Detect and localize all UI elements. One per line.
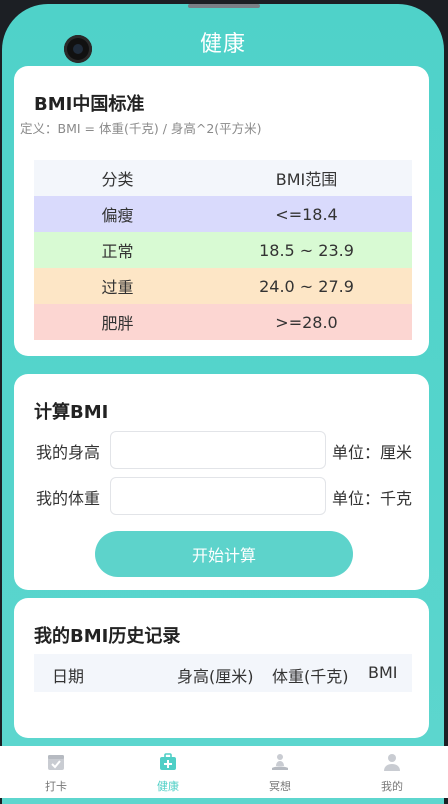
category-cell: 偏瘦	[101, 206, 134, 225]
medical-kit-icon	[160, 753, 176, 770]
meditation-icon	[272, 754, 288, 770]
weight-unit: 单位：千克	[332, 489, 413, 508]
bmi-definition: 定义：BMI = 体重(千克) / 身高^2(平方米)	[20, 121, 262, 136]
table-row-overweight: 过重 24.0 ~ 27.9	[34, 268, 412, 304]
tab-meditation[interactable]: 冥想	[224, 746, 336, 798]
table-row-underweight: 偏瘦 <=18.4	[34, 196, 412, 232]
table-header-row: 分类 BMI范围	[34, 160, 412, 196]
range-cell: 18.5 ~ 23.9	[259, 240, 354, 260]
weight-label: 我的体重	[36, 489, 101, 508]
bmi-standard-table: 分类 BMI范围 偏瘦 <=18.4 正常 18.5 ~ 23.9 过重 24.…	[34, 160, 412, 340]
weight-input[interactable]	[110, 477, 326, 515]
height-unit: 单位：厘米	[332, 443, 413, 462]
column-header-height: 身高(厘米)	[177, 667, 254, 686]
tab-label: 冥想	[269, 780, 291, 793]
range-cell: 24.0 ~ 27.9	[259, 276, 354, 296]
column-header-date: 日期	[52, 667, 85, 686]
height-input[interactable]	[110, 431, 326, 469]
tab-label: 打卡	[45, 780, 67, 793]
history-title: 我的BMI历史记录	[34, 626, 181, 647]
page-title: 健康	[199, 32, 246, 57]
calculator-title: 计算BMI	[34, 402, 109, 423]
category-cell: 正常	[101, 242, 134, 261]
range-cell: >=28.0	[275, 312, 338, 332]
category-cell: 过重	[101, 278, 134, 297]
bmi-standard-title: BMI中国标准	[34, 94, 145, 115]
user-icon	[384, 754, 400, 771]
earpiece-speaker	[188, 4, 260, 8]
column-header-bmi: BMI	[368, 663, 398, 682]
calendar-icon	[48, 755, 64, 770]
category-cell: 肥胖	[101, 314, 134, 333]
tab-profile[interactable]: 我的	[336, 746, 448, 798]
tab-label: 健康	[157, 780, 179, 793]
column-header-category: 分类	[101, 170, 134, 189]
tab-checkin[interactable]: 打卡	[0, 746, 112, 798]
column-header-range: BMI范围	[275, 170, 338, 189]
tab-label: 我的	[381, 780, 403, 793]
tab-health[interactable]: 健康	[112, 746, 224, 798]
column-header-weight: 体重(千克)	[272, 667, 349, 686]
range-cell: <=18.4	[275, 204, 338, 224]
table-row-normal: 正常 18.5 ~ 23.9	[34, 232, 412, 268]
start-calculate-button[interactable]: 开始计算	[95, 531, 353, 577]
history-header-row: 日期 身高(厘米) 体重(千克) BMI	[34, 654, 412, 692]
table-row-obese: 肥胖 >=28.0	[34, 304, 412, 340]
bottom-tab-bar: 打卡 健康 冥想 我的	[0, 746, 448, 798]
height-label: 我的身高	[36, 443, 101, 462]
